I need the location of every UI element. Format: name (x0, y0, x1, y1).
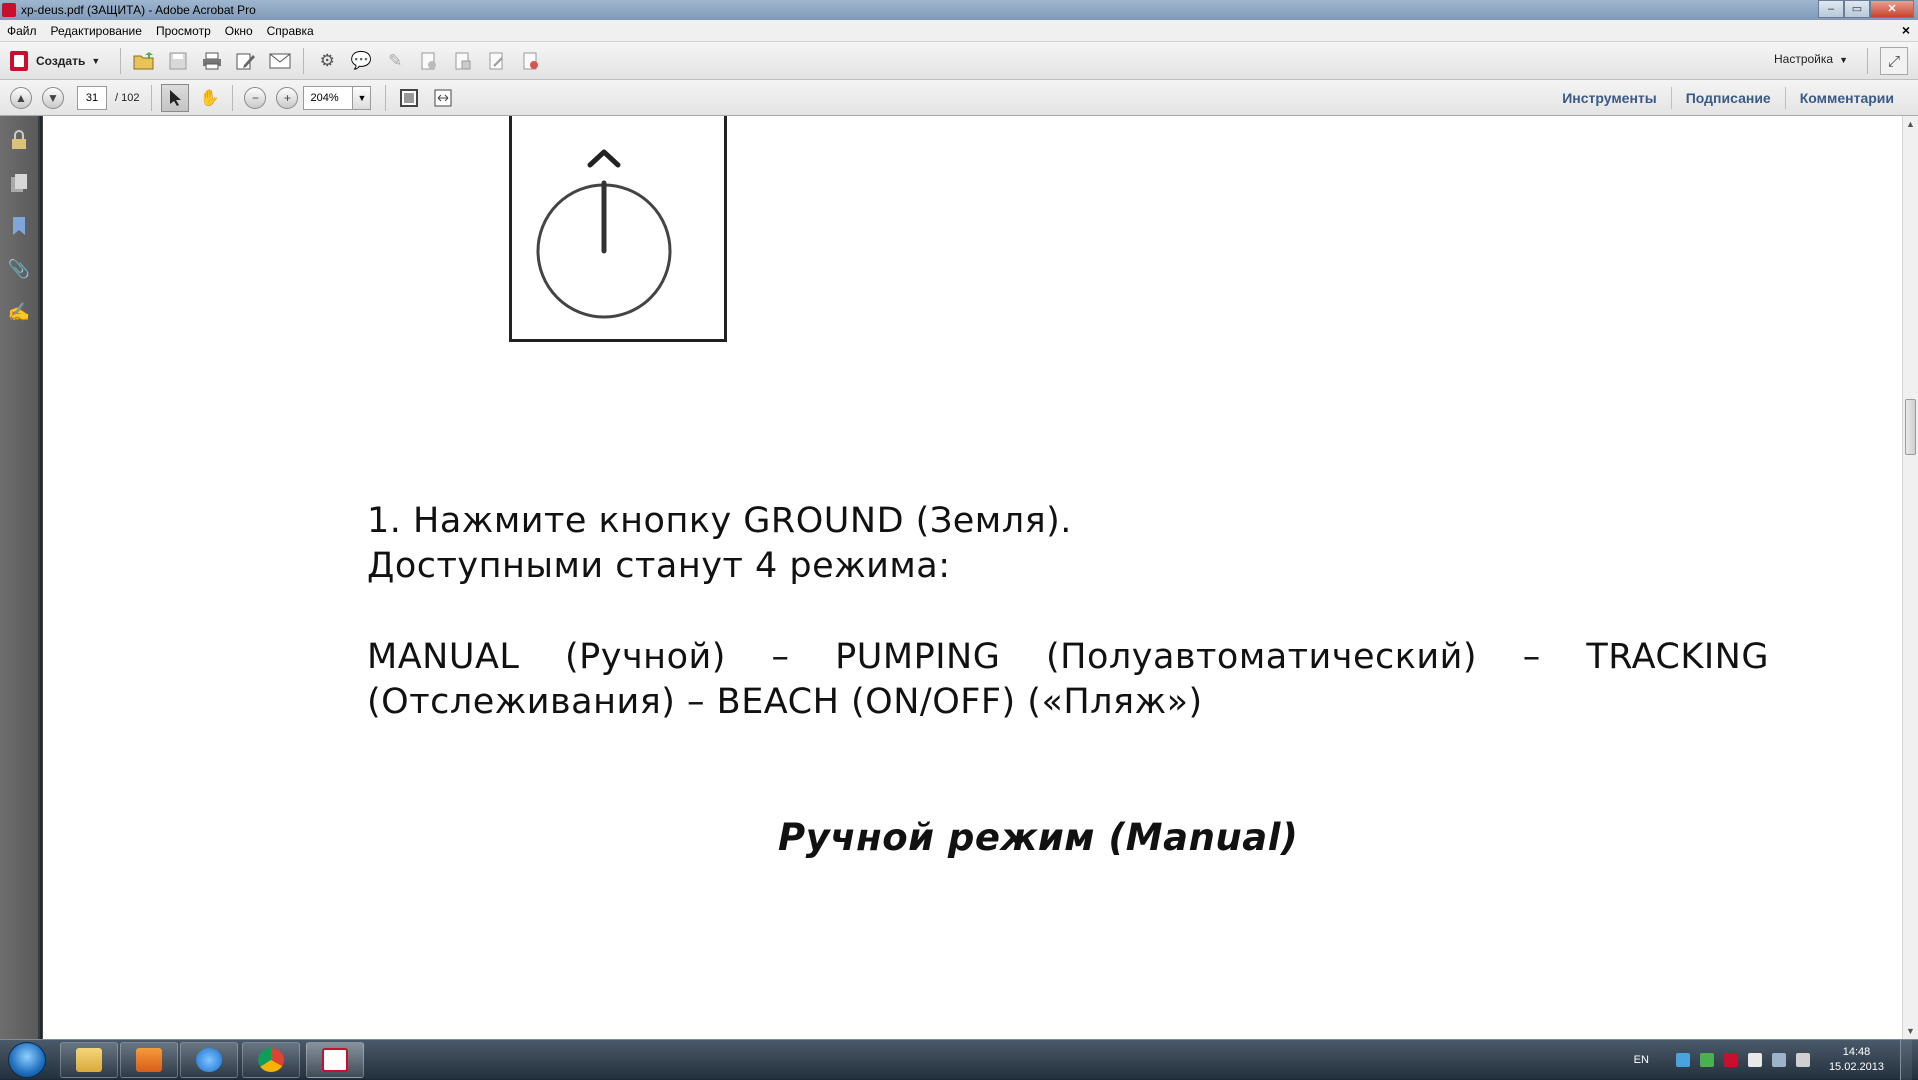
tab-tools[interactable]: Инструменты (1548, 87, 1671, 109)
acrobat-icon (322, 1048, 348, 1072)
media-player-icon (136, 1048, 162, 1072)
scroll-down-icon[interactable]: ▼ (1903, 1023, 1918, 1039)
minimize-button[interactable]: ‒ (1818, 0, 1844, 18)
mode-word: MANUAL (367, 637, 520, 677)
section-heading: Ручной режим (Manual) (778, 816, 1299, 859)
display-icon[interactable] (1771, 1053, 1786, 1067)
title-bar: xp-deus.pdf (ЗАЩИТА) - Adobe Acrobat Pro… (0, 0, 1918, 20)
previous-page-icon[interactable]: ▲ (10, 86, 32, 109)
fit-width-icon[interactable] (429, 84, 457, 112)
window-title: xp-deus.pdf (ЗАЩИТА) - Adobe Acrobat Pro (21, 3, 256, 17)
security-icon[interactable] (1699, 1053, 1714, 1067)
hand-tool-icon[interactable]: ✋ (195, 84, 223, 112)
mode-word: PUMPING (835, 637, 1001, 677)
print-icon[interactable] (198, 47, 226, 75)
start-button[interactable] (8, 1042, 46, 1078)
taskbar-chrome[interactable] (242, 1042, 300, 1078)
power-button-figure (509, 116, 727, 342)
create-pdf-icon (10, 50, 28, 71)
taskbar-explorer[interactable] (60, 1042, 118, 1078)
highlight-icon[interactable]: ✎ (381, 47, 409, 75)
taskbar-internet-explorer[interactable] (180, 1042, 238, 1078)
zoom-out-icon[interactable]: − (244, 86, 267, 109)
comment-icon[interactable]: 💬 (347, 47, 375, 75)
volume-icon[interactable] (1795, 1053, 1810, 1067)
customize-label: Настройка (1774, 52, 1834, 66)
mode-word: (Ручной) (565, 637, 726, 677)
customize-dropdown[interactable]: Настройка ▼ (1774, 52, 1848, 66)
taskbar: EN 14:48 15.02.2013 (0, 1039, 1918, 1080)
vertical-scrollbar[interactable]: ▲ ▼ (1902, 116, 1918, 1039)
chevron-down-icon: ▼ (91, 55, 101, 66)
menu-help[interactable]: Справка (260, 24, 321, 38)
navigation-toolbar: ▲ ▼ 31 / 102 ✋ − + 204% ▼ Инструменты По… (0, 80, 1918, 116)
tab-comments[interactable]: Комментарии (1784, 87, 1908, 109)
gear-icon[interactable]: ⚙ (313, 47, 341, 75)
doc-combine-icon[interactable] (449, 47, 477, 75)
taskbar-media-player[interactable] (120, 1042, 178, 1078)
edit-icon[interactable] (232, 47, 260, 75)
lock-icon[interactable] (7, 128, 31, 152)
mode-word: (Полуавтоматический) (1045, 637, 1478, 677)
chrome-icon (258, 1048, 284, 1072)
create-label: Создать (36, 53, 86, 68)
signature-icon[interactable]: ✍ (7, 300, 31, 324)
menu-bar: Файл Редактирование Просмотр Окно Справк… (0, 20, 1918, 42)
doc-edit-icon[interactable] (483, 47, 511, 75)
attachment-icon[interactable]: 📎 (7, 257, 31, 281)
language-indicator[interactable]: EN (1634, 1054, 1649, 1066)
modes-line-1: MANUAL (Ручной) – PUMPING (Полуавтоматич… (367, 637, 1769, 677)
scrollbar-thumb[interactable] (1905, 399, 1916, 455)
network-icon[interactable] (1675, 1053, 1690, 1067)
document-view[interactable]: 1. Нажмите кнопку GROUND (Земля). Доступ… (42, 116, 1902, 1039)
chevron-down-icon: ▼ (1839, 55, 1848, 65)
power-button-illustration (536, 149, 672, 319)
fit-page-icon[interactable] (395, 84, 423, 112)
menu-edit[interactable]: Редактирование (44, 24, 149, 38)
expand-icon[interactable]: ⤢ (1880, 47, 1908, 75)
internet-explorer-icon (196, 1048, 222, 1072)
create-button[interactable]: Создать ▼ (10, 50, 101, 71)
tab-sign[interactable]: Подписание (1670, 87, 1785, 109)
zoom-dropdown-icon[interactable]: ▼ (353, 85, 372, 110)
folder-icon (76, 1048, 102, 1072)
save-icon[interactable] (164, 47, 192, 75)
mode-word: TRACKING (1586, 637, 1769, 677)
next-page-icon[interactable]: ▼ (42, 86, 64, 109)
menu-window[interactable]: Окно (218, 24, 260, 38)
page-total: / 102 (115, 91, 140, 104)
zoom-level-input[interactable]: 204% (303, 85, 354, 110)
system-tray: EN 14:48 15.02.2013 (1634, 1040, 1912, 1080)
modes-intro-text: Доступными станут 4 режима: (367, 546, 951, 586)
bookmark-icon[interactable] (7, 214, 31, 238)
mode-word: – (1522, 637, 1541, 677)
zoom-in-icon[interactable]: + (276, 86, 299, 109)
close-button[interactable]: ✕ (1870, 0, 1914, 18)
menu-file[interactable]: Файл (0, 24, 44, 38)
document-close-button[interactable]: × (1902, 22, 1910, 38)
clock[interactable]: 14:48 15.02.2013 (1829, 1045, 1884, 1075)
step-1-text: 1. Нажмите кнопку GROUND (Земля). (367, 501, 1072, 541)
doc-export-icon[interactable] (415, 47, 443, 75)
maximize-button[interactable]: ▭ (1844, 0, 1870, 18)
mode-word: – (771, 637, 790, 677)
page-number-input[interactable]: 31 (77, 85, 107, 110)
open-folder-icon[interactable] (130, 47, 158, 75)
select-cursor-icon[interactable] (161, 83, 190, 112)
show-desktop-button[interactable] (1900, 1040, 1912, 1080)
scroll-up-icon[interactable]: ▲ (1903, 116, 1918, 132)
clock-date: 15.02.2013 (1828, 1061, 1884, 1073)
pages-icon[interactable] (7, 171, 31, 195)
email-icon[interactable] (266, 47, 294, 75)
flag-icon[interactable] (1747, 1053, 1762, 1067)
doc-delete-icon[interactable] (517, 47, 545, 75)
acrobat-app-icon (2, 3, 16, 17)
taskbar-acrobat[interactable] (306, 1042, 364, 1078)
menu-view[interactable]: Просмотр (149, 24, 218, 38)
acrobat-tray-icon[interactable] (1723, 1053, 1738, 1067)
navigation-pane: 📎 ✍ (0, 116, 40, 1039)
clock-time: 14:48 (1842, 1046, 1871, 1058)
main-toolbar: Создать ▼ ⚙ 💬 ✎ Настройка ▼ ⤢ (0, 42, 1918, 80)
modes-line-2: (Отслеживания) – BEACH (ON/OFF) («Пляж») (367, 682, 1203, 722)
